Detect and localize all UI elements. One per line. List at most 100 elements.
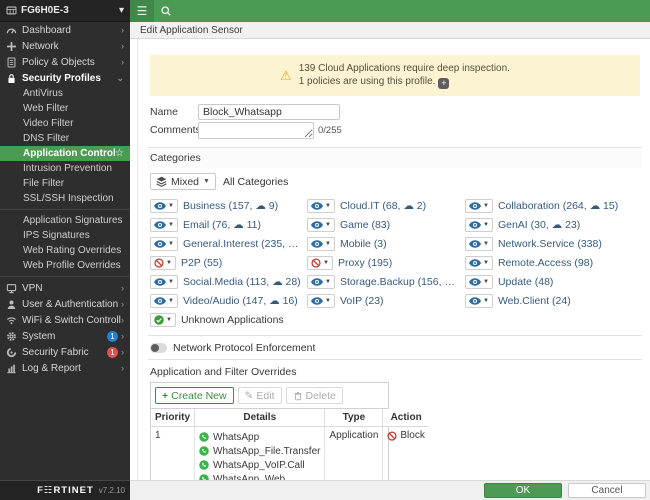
- category-link[interactable]: General.Interest (235, ☁ 11): [182, 237, 307, 250]
- category-link[interactable]: Network.Service (338): [497, 237, 602, 250]
- sidebar-item-ips-signatures[interactable]: IPS Signatures: [0, 228, 130, 243]
- sidebar-item-application-signatures[interactable]: Application Signatures: [0, 213, 130, 228]
- sidebar-item-dashboard[interactable]: Dashboard ›: [0, 22, 130, 38]
- sidebar-item-dns-filter[interactable]: DNS Filter: [0, 131, 130, 146]
- category-action-button[interactable]: ▼: [150, 293, 178, 308]
- category-action-button[interactable]: ▼: [150, 198, 178, 213]
- category-link[interactable]: Remote.Access (98): [497, 256, 594, 269]
- search-icon[interactable]: [154, 0, 178, 22]
- overrides-table-container: + Create New ✎ Edit Delete Priority Detail…: [150, 382, 429, 480]
- category-action-button[interactable]: ▼: [307, 236, 335, 251]
- category-action-button[interactable]: ▼: [150, 274, 178, 289]
- col-action[interactable]: Action: [382, 409, 429, 427]
- category-link[interactable]: Cloud.IT (68, ☁ 2): [339, 199, 427, 212]
- sidebar-item-web-rating-overrides[interactable]: Web Rating Overrides: [0, 243, 130, 258]
- divider: [0, 209, 130, 210]
- category-action-button[interactable]: ▼: [150, 312, 176, 327]
- ok-button[interactable]: OK: [484, 483, 562, 498]
- category-link[interactable]: Collaboration (264, ☁ 15): [497, 199, 619, 212]
- all-categories-label: All Categories: [222, 175, 289, 188]
- category-link[interactable]: VoIP (23): [339, 294, 384, 307]
- lock-icon: [6, 73, 17, 84]
- comments-input[interactable]: [198, 122, 314, 139]
- network-protocol-toggle[interactable]: [150, 343, 167, 353]
- category-action-button[interactable]: ▼: [150, 236, 178, 251]
- category-action-button[interactable]: ▼: [307, 293, 335, 308]
- category-link[interactable]: Web.Client (24): [497, 294, 571, 307]
- category-link[interactable]: P2P (55): [180, 256, 223, 269]
- expand-plus-icon[interactable]: +: [438, 78, 450, 89]
- sidebar-item-ssl-ssh-inspection[interactable]: SSL/SSH Inspection: [0, 191, 130, 206]
- favorite-star-icon[interactable]: ☆: [115, 148, 124, 159]
- sidebar-item-log-report[interactable]: Log & Report ›: [0, 360, 130, 376]
- edit-button[interactable]: ✎ Edit: [237, 387, 282, 404]
- chevron-right-icon: ›: [121, 41, 124, 51]
- category-link[interactable]: Storage.Backup (156, ☁ 24): [339, 275, 465, 288]
- category-action-button[interactable]: ▼: [465, 236, 493, 251]
- category-action-button[interactable]: ▼: [465, 293, 493, 308]
- network-icon: [6, 41, 17, 52]
- category-action-button[interactable]: ▼: [307, 217, 335, 232]
- sidebar-item-web-profile-overrides[interactable]: Web Profile Overrides: [0, 258, 130, 273]
- category-link[interactable]: Business (157, ☁ 9): [182, 199, 279, 212]
- warning-icon: ⚠: [280, 67, 292, 83]
- monitor-eye-icon: [469, 297, 481, 305]
- category-action-button[interactable]: ▼: [307, 274, 335, 289]
- sidebar-item-intrusion-prevention[interactable]: Intrusion Prevention: [0, 161, 130, 176]
- sidebar-item-vpn[interactable]: VPN ›: [0, 280, 130, 296]
- dashboard-icon: [6, 25, 17, 36]
- category-action-button[interactable]: ▼: [465, 217, 493, 232]
- wifi-icon: [6, 315, 17, 326]
- category-action-button[interactable]: ▼: [150, 255, 176, 270]
- hamburger-menu-icon[interactable]: ☰: [130, 0, 154, 22]
- action-cell: Block: [382, 426, 429, 480]
- sidebar-item-security-fabric[interactable]: Security Fabric 1 ›: [0, 344, 130, 360]
- block-icon: [387, 431, 397, 441]
- category-action-button[interactable]: ▼: [307, 198, 335, 213]
- monitor-eye-icon: [311, 297, 323, 305]
- sidebar-item-network[interactable]: Network ›: [0, 38, 130, 54]
- sidebar-item-system[interactable]: System 1 ›: [0, 328, 130, 344]
- category-link[interactable]: Proxy (195): [337, 256, 393, 269]
- categories-grid: ▼ Business (157, ☁ 9) ▼ Cloud.IT (68, ☁ …: [150, 196, 642, 329]
- category-action-button[interactable]: ▼: [307, 255, 333, 270]
- category-link[interactable]: Social.Media (113, ☁ 28): [182, 275, 301, 288]
- device-selector[interactable]: FG6H0E-3 ▾: [0, 0, 130, 22]
- category-mode-dropdown[interactable]: Mixed ▼: [150, 173, 216, 190]
- name-input[interactable]: [198, 104, 340, 120]
- create-new-button[interactable]: + Create New: [155, 387, 234, 404]
- category-label[interactable]: Unknown Applications: [181, 314, 284, 326]
- category-general-interest: ▼ General.Interest (235, ☁ 11): [150, 234, 307, 253]
- category-link[interactable]: Email (76, ☁ 11): [182, 218, 261, 231]
- category-link[interactable]: GenAI (30, ☁ 23): [497, 218, 581, 231]
- category-link[interactable]: Update (48): [497, 275, 554, 288]
- col-type[interactable]: Type: [324, 409, 384, 427]
- form-footer: OK Cancel: [130, 480, 650, 500]
- category-action-button[interactable]: ▼: [150, 217, 178, 232]
- notice-line2: 1 policies are using this profile. +: [299, 75, 510, 89]
- chevron-right-icon: ›: [121, 315, 124, 325]
- sidebar-item-video-filter[interactable]: Video Filter: [0, 116, 130, 131]
- cancel-button[interactable]: Cancel: [568, 483, 646, 498]
- col-priority[interactable]: Priority: [151, 409, 196, 427]
- sidebar-item-web-filter[interactable]: Web Filter: [0, 101, 130, 116]
- monitor-eye-icon: [469, 221, 481, 229]
- sidebar-item-application-control[interactable]: Application Control ☆: [0, 146, 130, 161]
- sidebar-item-antivirus[interactable]: AntiVirus: [0, 86, 130, 101]
- category-action-button[interactable]: ▼: [465, 255, 493, 270]
- sidebar-item-policy-objects[interactable]: Policy & Objects ›: [0, 54, 130, 70]
- override-row[interactable]: 1 WhatsApp WhatsApp_File.Transfer WhatsA…: [151, 426, 429, 480]
- sidebar-item-file-filter[interactable]: File Filter: [0, 176, 130, 191]
- category-link[interactable]: Mobile (3): [339, 237, 387, 250]
- monitor-eye-icon: [469, 259, 481, 267]
- col-details[interactable]: Details: [194, 409, 326, 427]
- category-action-button[interactable]: ▼: [465, 198, 493, 213]
- category-link[interactable]: Game (83): [339, 218, 391, 231]
- sidebar-item-wifi-switch-controller[interactable]: WiFi & Switch Controller ›: [0, 312, 130, 328]
- sidebar-item-security-profiles[interactable]: Security Profiles ⌄: [0, 70, 130, 86]
- category-action-button[interactable]: ▼: [465, 274, 493, 289]
- priority-cell: 1: [151, 426, 196, 480]
- category-link[interactable]: Video/Audio (147, ☁ 16): [182, 294, 298, 307]
- sidebar-item-user-authentication[interactable]: User & Authentication ›: [0, 296, 130, 312]
- delete-button[interactable]: Delete: [285, 387, 343, 404]
